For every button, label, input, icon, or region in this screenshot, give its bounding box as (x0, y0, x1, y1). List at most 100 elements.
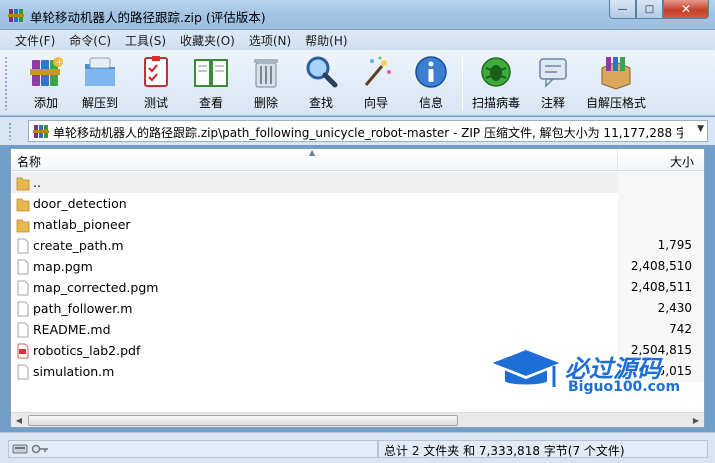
delete-trash-icon (254, 59, 278, 88)
delete-label: 删除 (253, 96, 278, 110)
file-name: matlab_pioneer (33, 217, 131, 232)
add-button[interactable]: + 添加 (18, 54, 74, 111)
folder-icon (16, 219, 30, 233)
list-item[interactable]: door_detection (11, 193, 704, 214)
file-size: 1,795 (657, 238, 692, 252)
file-name: simulation.m (33, 364, 115, 379)
delete-button[interactable]: 删除 (238, 54, 294, 111)
wizard-label: 向导 (363, 96, 388, 110)
add-label: 添加 (33, 96, 58, 110)
view-button[interactable]: 查看 (183, 54, 239, 111)
view-book-icon (194, 59, 228, 87)
column-size[interactable]: 大小 (618, 149, 704, 171)
file-name: map_corrected.pgm (33, 280, 159, 295)
scroll-left-icon[interactable]: ◀ (11, 413, 27, 427)
scroll-thumb[interactable] (28, 415, 458, 426)
maximize-button[interactable]: □ (636, 0, 663, 19)
file-name: path_follower.m (33, 301, 133, 316)
status-summary: 总计 2 文件夹 和 7,333,818 字节(7 个文件) (384, 444, 625, 458)
virus-scan-label: 扫描病毒 (471, 96, 520, 110)
extract-to-button[interactable]: 解压到 (72, 54, 128, 111)
menu-tools[interactable]: 工具(S) (118, 32, 173, 49)
file-icon (17, 259, 29, 275)
toolbar: + 添加 解压到 测试 查看 删除 查找 向导 信息 扫描病毒 注释 自解压格式 (0, 50, 715, 116)
watermark-site: Biguo100.com (568, 379, 681, 395)
file-size: 2,408,511 (630, 280, 692, 294)
view-label: 查看 (198, 96, 223, 110)
address-bar: 单轮移动机器人的路径跟踪.zip\path_following_unicycle… (0, 117, 715, 145)
file-name: robotics_lab2.pdf (33, 343, 141, 358)
file-name: .. (33, 175, 41, 190)
list-item[interactable]: matlab_pioneer (11, 214, 704, 235)
svg-text:+: + (56, 58, 64, 68)
list-item[interactable]: path_follower.m 2,430 (11, 298, 704, 319)
file-size: 742 (669, 322, 692, 336)
test-label: 测试 (143, 96, 168, 110)
file-size: 2,408,510 (630, 259, 692, 273)
horizontal-scrollbar[interactable]: ◀ ▶ (11, 412, 704, 427)
folder-up-icon (16, 177, 30, 191)
test-button[interactable]: 测试 (128, 54, 184, 111)
menu-file[interactable]: 文件(F) (8, 32, 62, 49)
file-size: 2,430 (657, 301, 692, 315)
column-name[interactable]: 名称 ▲ (11, 149, 618, 171)
column-size-label: 大小 (669, 155, 694, 169)
address-grip[interactable] (8, 122, 12, 140)
wizard-wand-icon (364, 56, 391, 86)
menu-favorites[interactable]: 收藏夹(O) (173, 32, 242, 49)
comment-button[interactable]: 注释 (525, 54, 581, 111)
file-name: README.md (33, 322, 111, 337)
sort-ascending-icon: ▲ (309, 148, 316, 157)
info-label: 信息 (418, 96, 443, 110)
menu-options[interactable]: 选项(N) (242, 32, 298, 49)
drive-key-icon[interactable] (12, 443, 52, 455)
file-icon (17, 322, 29, 338)
status-left-pane (8, 440, 378, 458)
sfx-label: 自解压格式 (585, 96, 646, 110)
comment-icon (539, 58, 567, 88)
list-header: 名称 ▲ 大小 (11, 149, 704, 171)
file-icon (17, 238, 29, 254)
list-item[interactable]: .. (11, 172, 704, 193)
file-name: door_detection (33, 196, 127, 211)
minimize-button[interactable]: — (609, 0, 636, 19)
address-path: 单轮移动机器人的路径跟踪.zip\path_following_unicycle… (53, 126, 683, 140)
folder-icon (16, 198, 30, 212)
file-name: create_path.m (33, 238, 124, 253)
menu-help[interactable]: 帮助(H) (298, 32, 354, 49)
status-right-pane: 总计 2 文件夹 和 7,333,818 字节(7 个文件) (378, 440, 708, 458)
chevron-down-icon[interactable]: ▼ (697, 124, 704, 134)
column-name-label: 名称 (17, 155, 42, 169)
wizard-button[interactable]: 向导 (348, 54, 404, 111)
file-icon (17, 301, 29, 317)
scroll-right-icon[interactable]: ▶ (688, 413, 704, 427)
sfx-button[interactable]: 自解压格式 (584, 54, 648, 111)
menu-command[interactable]: 命令(C) (62, 32, 118, 49)
archive-icon (33, 125, 49, 138)
info-icon (415, 56, 447, 88)
find-label: 查找 (308, 96, 333, 110)
find-button[interactable]: 查找 (293, 54, 349, 111)
file-icon (17, 364, 29, 380)
file-name: map.pgm (33, 259, 93, 274)
close-button[interactable]: ✕ (663, 0, 709, 19)
info-button[interactable]: 信息 (403, 54, 459, 111)
winrar-app-icon (8, 9, 24, 22)
title-bar: 单轮移动机器人的路径跟踪.zip (评估版本) — □ ✕ (0, 0, 715, 30)
list-item[interactable]: README.md 742 (11, 319, 704, 340)
extract-folder-icon (85, 57, 115, 86)
extract-to-label: 解压到 (81, 96, 118, 110)
toolbar-grip[interactable] (4, 56, 8, 110)
pdf-icon (17, 343, 29, 359)
status-bar: 总计 2 文件夹 和 7,333,818 字节(7 个文件) (0, 432, 715, 463)
menu-bar: 文件(F) 命令(C) 工具(S) 收藏夹(O) 选项(N) 帮助(H) (0, 30, 715, 50)
list-item[interactable]: create_path.m 1,795 (11, 235, 704, 256)
sfx-box-icon (601, 57, 631, 90)
list-item[interactable]: map.pgm 2,408,510 (11, 256, 704, 277)
address-field[interactable]: 单轮移动机器人的路径跟踪.zip\path_following_unicycle… (28, 120, 708, 142)
virus-scan-button[interactable]: 扫描病毒 (468, 54, 524, 111)
graduation-cap-icon (488, 347, 565, 387)
list-item[interactable]: map_corrected.pgm 2,408,511 (11, 277, 704, 298)
toolbar-separator (462, 56, 463, 110)
virus-scan-icon (481, 57, 511, 87)
